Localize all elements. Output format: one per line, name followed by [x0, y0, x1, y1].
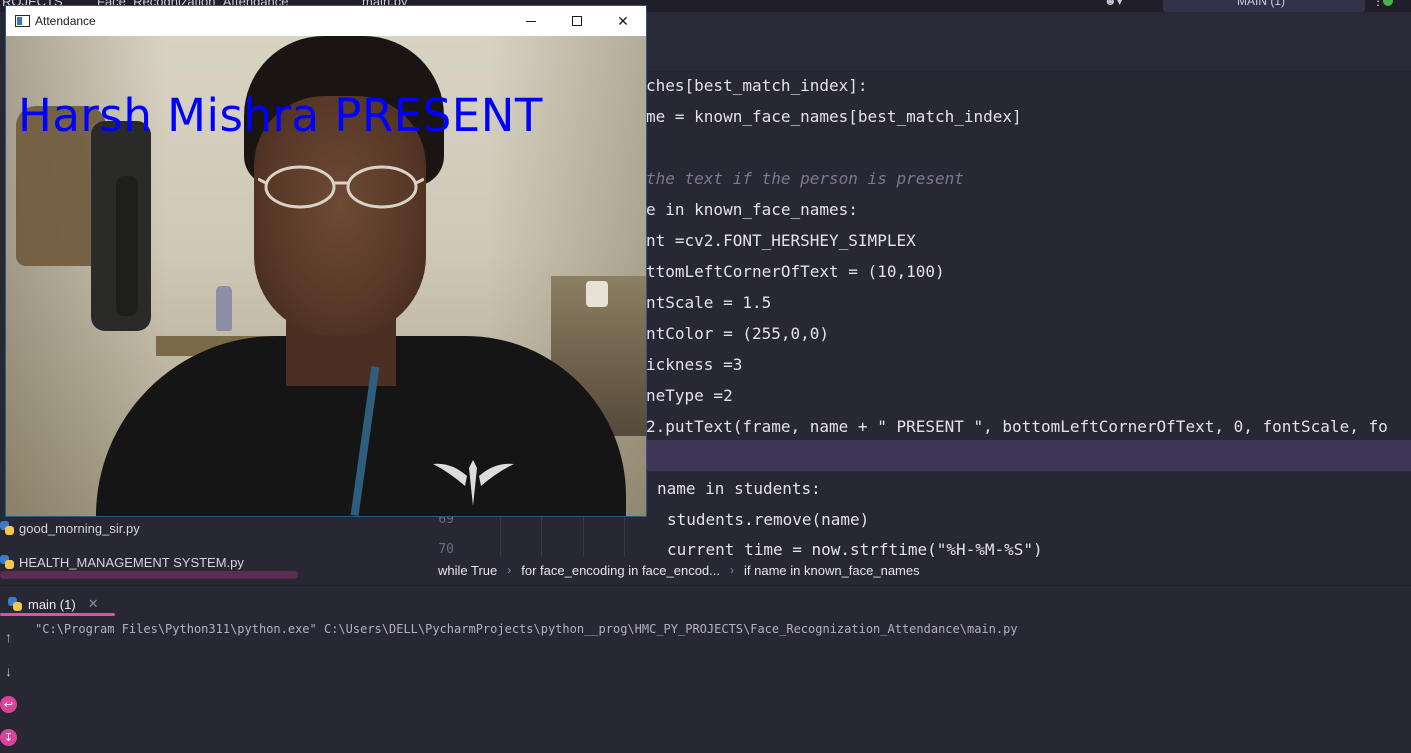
breadcrumb-for[interactable]: for face_encoding in face_encod... [521, 563, 720, 578]
window-titlebar[interactable]: Attendance ✕ [6, 6, 646, 36]
camera-feed: Harsh Mishra PRESENT [6, 36, 646, 516]
status-icon[interactable] [1383, 0, 1393, 6]
code-line[interactable]: nt =cv2.FONT_HERSHEY_SIMPLEX [646, 225, 916, 256]
line-number: 70 [438, 542, 454, 557]
glasses [258, 165, 424, 209]
code-line[interactable]: ttomLeftCornerOfText = (10,100) [646, 256, 945, 287]
user-icon[interactable]: ☻▾ [1104, 0, 1134, 10]
python-file-icon [8, 597, 22, 611]
code-line[interactable]: e in known_face_names: [646, 194, 858, 225]
run-tool-window: main (1) ✕ "C:\Program Files\Python311\p… [0, 585, 1411, 753]
tree-scrollbar[interactable] [0, 571, 298, 579]
tree-item-good-morning-sir[interactable]: good_morning_sir.py [0, 516, 140, 540]
close-button[interactable]: ✕ [600, 6, 646, 36]
window-app-icon [15, 15, 30, 27]
console-output: "C:\Program Files\Python311\python.exe" … [35, 622, 1018, 636]
code-line[interactable]: ches[best_match_index]: [646, 70, 868, 101]
code-line[interactable]: ntScale = 1.5 [646, 287, 771, 318]
maximize-icon [572, 16, 582, 26]
minimize-button[interactable] [508, 6, 554, 36]
active-tab-indicator [0, 613, 115, 616]
shirt-logo [433, 460, 514, 506]
breadcrumb-while[interactable]: while True [438, 563, 497, 578]
window-title: Attendance [35, 14, 96, 28]
python-file-icon [0, 555, 14, 569]
editor-breadcrumb: while True › for face_encoding in face_e… [428, 559, 920, 581]
close-icon: ✕ [617, 12, 629, 29]
code-line[interactable]: current_time = now.strftime("%H-%M-%S") [667, 534, 1043, 557]
soft-wrap-icon[interactable]: ↩ [0, 696, 17, 713]
code-line[interactable]: students.remove(name) [667, 504, 869, 535]
maximize-button[interactable] [554, 6, 600, 36]
arrow-down-icon[interactable]: ↓ [0, 662, 17, 679]
code-comment[interactable]: the text if the person is present [646, 163, 964, 194]
code-line[interactable]: 2.putText(frame, name + " PRESENT ", bot… [646, 411, 1388, 442]
attendance-overlay-text: Harsh Mishra PRESENT [18, 89, 543, 142]
run-configuration-select[interactable]: MAIN (1) [1163, 0, 1365, 12]
current-line-highlight [646, 440, 1411, 471]
code-line[interactable]: ntColor = (255,0,0) [646, 318, 829, 349]
close-icon[interactable]: ✕ [88, 596, 99, 612]
code-line[interactable]: name in students: [657, 473, 821, 504]
attendance-window[interactable]: Attendance ✕ Harsh Mishra PRESENT [5, 5, 647, 517]
arrow-up-icon[interactable]: ↑ [0, 628, 17, 645]
breadcrumb-if[interactable]: if name in known_face_names [744, 563, 920, 578]
code-line[interactable]: neType =2 [646, 380, 733, 411]
code-line[interactable]: me = known_face_names[best_match_index] [646, 101, 1022, 132]
scroll-to-end-icon[interactable]: ↧ [0, 729, 17, 746]
chevron-right-icon: › [507, 563, 512, 577]
code-line[interactable]: ickness =3 [646, 349, 742, 380]
minimize-icon [526, 20, 536, 22]
python-file-icon [0, 521, 14, 535]
chevron-right-icon: › [730, 563, 735, 577]
